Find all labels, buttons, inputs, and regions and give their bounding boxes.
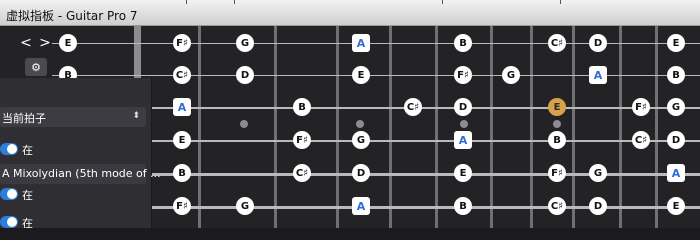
note-marker[interactable]: C♯ (548, 34, 566, 52)
note-marker[interactable]: G (236, 197, 254, 215)
fret-inlay (356, 120, 364, 128)
rhythm-select-value: 当前拍子 (2, 112, 46, 125)
note-marker[interactable]: B (293, 98, 311, 116)
note-marker[interactable]: E (548, 98, 566, 116)
note-marker[interactable]: B (667, 66, 685, 84)
note-marker[interactable]: D (589, 197, 607, 215)
updown-icon: ⬍ (132, 110, 140, 120)
note-marker[interactable]: G (236, 34, 254, 52)
fret-line (655, 26, 658, 228)
note-marker[interactable]: G (589, 164, 607, 182)
note-marker[interactable]: D (667, 131, 685, 149)
scale-select[interactable]: A Mixolydian (5th mode of ... (0, 164, 161, 184)
toggle-switch-1[interactable] (0, 143, 18, 155)
note-marker[interactable]: G (667, 98, 685, 116)
note-marker[interactable]: D (352, 164, 370, 182)
prev-button[interactable]: < (18, 34, 34, 52)
fret-inlay (553, 120, 561, 128)
note-marker[interactable]: F♯ (173, 34, 191, 52)
note-marker[interactable]: C♯ (404, 98, 422, 116)
fret-line (389, 26, 392, 228)
note-marker[interactable]: F♯ (173, 197, 191, 215)
note-marker[interactable]: D (454, 98, 472, 116)
fret-line (619, 26, 622, 228)
note-marker[interactable]: F♯ (454, 66, 472, 84)
note-marker[interactable]: B (454, 34, 472, 52)
note-marker[interactable]: F♯ (632, 98, 650, 116)
toggle-switch-3[interactable] (0, 216, 18, 228)
scale-select-value: A Mixolydian (5th mode of ... (2, 167, 161, 180)
note-marker[interactable]: C♯ (173, 66, 191, 84)
note-marker[interactable]: D (236, 66, 254, 84)
note-marker[interactable]: G (352, 131, 370, 149)
note-marker[interactable]: E (454, 164, 472, 182)
note-marker[interactable]: A (352, 34, 370, 52)
note-marker[interactable]: A (173, 98, 191, 116)
note-marker[interactable]: A (667, 164, 685, 182)
window-titlebar[interactable]: 虚拟指板 - Guitar Pro 7 (0, 4, 700, 26)
note-marker[interactable]: B (548, 131, 566, 149)
toggle-switch-2[interactable] (0, 188, 18, 200)
next-button[interactable]: > (37, 34, 53, 52)
window-title: 虚拟指板 - Guitar Pro 7 (6, 9, 138, 23)
note-marker[interactable]: E (667, 197, 685, 215)
note-marker[interactable]: E (352, 66, 370, 84)
settings-panel: 当前拍子 ⬍ 在 A Mixolydian (5th mode of ... 在… (0, 78, 161, 230)
fret-line (435, 26, 438, 228)
nav-strip: < > ⚙ (0, 26, 52, 78)
note-marker[interactable]: C♯ (293, 164, 311, 182)
note-marker[interactable]: C♯ (548, 197, 566, 215)
fret-inlay (240, 120, 248, 128)
rhythm-select[interactable]: 当前拍子 ⬍ (0, 107, 146, 127)
fret-line (336, 26, 339, 228)
fret-line (572, 26, 575, 228)
fret-inlay (460, 120, 468, 128)
note-marker[interactable]: B (454, 197, 472, 215)
note-marker[interactable]: F♯ (293, 131, 311, 149)
toggle-label-1: 在 (22, 144, 33, 157)
note-marker[interactable]: C♯ (632, 131, 650, 149)
note-marker[interactable]: D (589, 34, 607, 52)
fret-line (198, 26, 201, 228)
note-marker[interactable]: E (173, 131, 191, 149)
toggle-label-2: 在 (22, 189, 33, 202)
fret-line (530, 26, 533, 228)
open-string-note[interactable]: E (59, 34, 77, 52)
note-marker[interactable]: G (502, 66, 520, 84)
note-marker[interactable]: B (173, 164, 191, 182)
note-marker[interactable]: A (454, 131, 472, 149)
note-marker[interactable]: E (667, 34, 685, 52)
note-marker[interactable]: A (352, 197, 370, 215)
toggle-label-3: 在 (22, 217, 33, 230)
gear-icon[interactable]: ⚙ (25, 58, 47, 76)
fret-line (274, 26, 277, 228)
note-marker[interactable]: A (589, 66, 607, 84)
fret-line (490, 26, 493, 228)
note-marker[interactable]: F♯ (548, 164, 566, 182)
